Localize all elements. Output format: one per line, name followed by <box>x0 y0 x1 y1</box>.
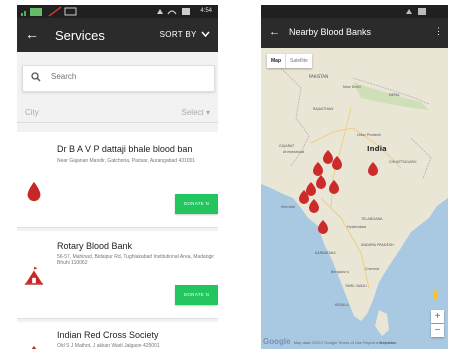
map-footer: Google Map data ©2017 Google Terms of Us… <box>263 337 397 346</box>
map-label: GUJARAT <box>279 144 295 148</box>
city-label: City <box>25 108 39 117</box>
my-location-icon[interactable] <box>433 290 437 300</box>
map-label: Hyderabad <box>347 225 366 229</box>
blood-bank-name: Indian Red Cross Society <box>57 330 159 340</box>
back-arrow-icon[interactable]: ← <box>25 26 39 42</box>
blood-bank-name: Rotary Blood Bank <box>57 241 133 251</box>
zoom-in-button[interactable]: + <box>431 310 444 323</box>
blood-drop-icon <box>31 345 37 349</box>
map-label: India <box>367 145 387 153</box>
map-label: Uttar Pradesh <box>357 133 381 137</box>
map-label: Bengaluru <box>331 270 349 274</box>
blood-bank-name: Dr B A V P dattaji bhale blood ban <box>57 144 193 154</box>
map-label: KERALA <box>335 303 349 307</box>
blood-bank-card[interactable]: Dr B A V P dattaji bhale blood ban Near … <box>17 132 218 228</box>
map-label: KARNATAKA <box>315 251 336 255</box>
wifi-battery-icon <box>157 8 190 15</box>
map-label: Chennai <box>365 267 379 271</box>
tent-icon <box>24 266 44 285</box>
services-screen: 4:54 ← Services SORT BY City Select ▾ Dr… <box>17 5 218 349</box>
sort-by-button[interactable]: SORT BY <box>160 30 210 39</box>
status-bar <box>261 5 448 18</box>
map-label: TAMIL NADU <box>344 284 367 288</box>
map-label: CHHATTISGARH <box>389 160 417 164</box>
city-select-label: Select <box>181 108 204 117</box>
donate-now-button[interactable]: DONATE N <box>175 194 218 214</box>
page-title: Nearby Blood Banks <box>289 27 372 37</box>
map-app-bar: ← Nearby Blood Banks ⋮ <box>261 18 448 48</box>
map-label: New Delhi <box>343 85 361 89</box>
map-type-tabs[interactable]: Map Satellite <box>267 54 312 68</box>
map-label: NEPAL <box>389 93 400 97</box>
city-select[interactable]: Select ▾ <box>182 108 210 117</box>
sort-by-label: SORT BY <box>159 30 197 39</box>
map-label: ANDHRA PRADESH <box>361 243 394 247</box>
page-title: Services <box>55 28 105 43</box>
search-icon <box>31 72 41 85</box>
map-label: Ahmedabad <box>283 150 304 154</box>
more-icon[interactable]: ⋮ <box>434 26 443 37</box>
zoom-out-button[interactable]: − <box>431 324 444 337</box>
city-filter-row[interactable]: City Select ▾ <box>17 103 218 123</box>
search-input[interactable] <box>49 71 203 82</box>
map-label: Mumbai <box>281 205 295 209</box>
map-label: PAKISTAN <box>309 74 328 79</box>
signal-icon <box>21 6 77 17</box>
blood-bank-address: Near Gajanan Mandir, Gatchoria, Parisar,… <box>57 158 196 164</box>
donate-now-button[interactable]: DONATE N <box>175 285 218 305</box>
tab-map[interactable]: Map <box>267 54 285 68</box>
status-bar: 4:54 <box>17 5 218 18</box>
map-attribution[interactable]: Map data ©2017 Google Terms of Use Repor… <box>294 340 397 345</box>
divider <box>17 122 218 123</box>
services-app-bar: ← Services SORT BY <box>17 18 218 52</box>
search-box[interactable] <box>22 65 215 92</box>
status-time: 4:54 <box>200 8 212 14</box>
blood-bank-card[interactable]: Indian Red Cross Society Old S J Mathot,… <box>17 322 218 349</box>
blood-bank-card[interactable]: Rotary Blood Bank 56-57, Mahinad, Bidaip… <box>17 231 218 319</box>
back-arrow-icon[interactable]: ← <box>269 26 280 38</box>
chevron-down-icon <box>201 31 210 38</box>
blood-bank-address: Old S J Mathot, J akkan Wadi Jalgaon 425… <box>57 343 160 349</box>
google-logo: Google <box>263 337 291 346</box>
map-label: RAJASTHAN <box>313 107 333 111</box>
map-label: TELANGANA <box>360 217 383 221</box>
blood-drop-icon <box>27 181 41 202</box>
tab-satellite[interactable]: Satellite <box>285 54 312 68</box>
map-view[interactable]: PAKISTAN New Delhi NEPAL RAJASTHAN India… <box>261 48 448 349</box>
dropdown-caret-icon: ▾ <box>205 108 210 117</box>
blood-bank-address: 56-57, Mahinad, Bidaipur Rd, Tughlakabad… <box>57 254 215 266</box>
status-icons <box>406 8 426 15</box>
map-screen: ← Nearby Blood Banks ⋮ PAKISTAN New Delh… <box>261 5 448 349</box>
